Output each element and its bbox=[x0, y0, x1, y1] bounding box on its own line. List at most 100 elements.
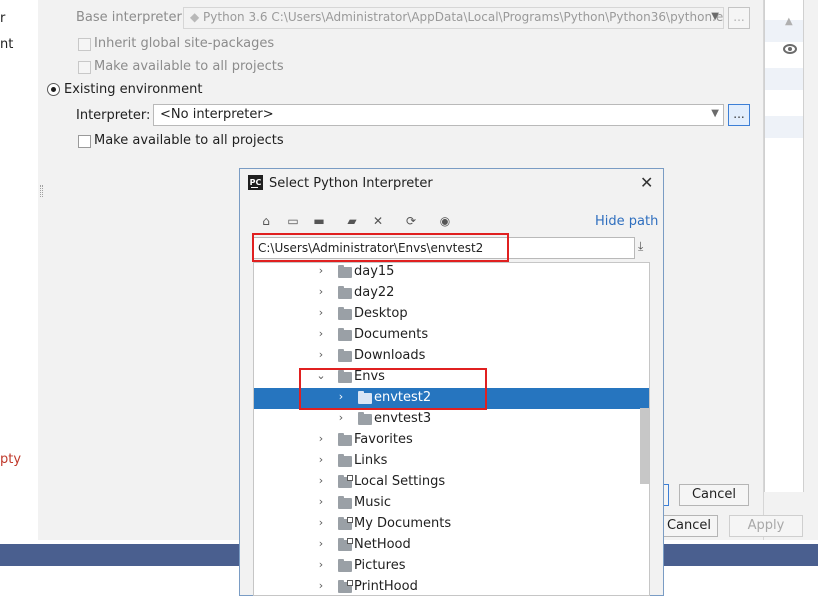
folder-icon bbox=[338, 265, 352, 278]
dialog-title: Select Python Interpreter bbox=[269, 176, 433, 191]
existing-environment-label[interactable]: Existing environment bbox=[64, 82, 202, 97]
tree-row-label: Local Settings bbox=[354, 474, 446, 489]
folder-link-icon bbox=[338, 517, 353, 530]
chevron-down-icon: ▼ bbox=[711, 108, 719, 119]
chevron-right-icon[interactable]: › bbox=[316, 474, 326, 487]
chevron-right-icon[interactable]: › bbox=[316, 306, 326, 319]
chevron-right-icon[interactable]: › bbox=[316, 537, 326, 550]
tree-row-label: Links bbox=[354, 453, 388, 468]
file-tree[interactable]: › day15 › day22 › Desktop › Documents › Downloads… bbox=[253, 262, 650, 596]
interpreter-value: <No interpreter> bbox=[160, 107, 274, 122]
folder-icon bbox=[338, 349, 352, 362]
folder-icon bbox=[338, 433, 352, 446]
tree-row[interactable]: › Downloads bbox=[254, 346, 649, 367]
folder-icon bbox=[338, 307, 352, 320]
tree-row[interactable]: › day22 bbox=[254, 283, 649, 304]
base-interpreter-browse-button: ... bbox=[728, 7, 750, 29]
chevron-right-icon[interactable]: › bbox=[316, 285, 326, 298]
folder-icon bbox=[338, 286, 352, 299]
tree-row[interactable]: › PrintHood bbox=[254, 577, 649, 595]
new-folder-icon[interactable]: ▰ bbox=[343, 212, 361, 230]
list-stripe bbox=[765, 116, 803, 138]
chevron-right-icon[interactable]: › bbox=[316, 516, 326, 529]
project-folder-icon[interactable]: ▬ bbox=[310, 212, 328, 230]
tree-row[interactable]: › Pictures bbox=[254, 556, 649, 577]
close-icon[interactable]: ✕ bbox=[640, 173, 653, 192]
tree-row[interactable]: › My Documents bbox=[254, 514, 649, 535]
tree-row-label: Pictures bbox=[354, 558, 406, 573]
footer-apply-button: Apply bbox=[729, 515, 803, 537]
up-arrow-icon[interactable]: ▲ bbox=[785, 16, 793, 27]
interpreter-label: Interpreter: bbox=[76, 108, 151, 123]
tree-row[interactable]: › envtest3 bbox=[254, 409, 649, 430]
splitter-grip[interactable] bbox=[40, 185, 43, 197]
list-stripe bbox=[765, 20, 803, 42]
folder-icon bbox=[338, 328, 352, 341]
make-available-label-disabled: Make available to all projects bbox=[94, 59, 284, 74]
interpreter-browse-button[interactable]: ... bbox=[728, 104, 750, 126]
folder-icon bbox=[338, 496, 352, 509]
tree-row[interactable]: › Documents bbox=[254, 325, 649, 346]
tree-row[interactable]: › Local Settings bbox=[254, 472, 649, 493]
eye-icon[interactable] bbox=[783, 44, 797, 54]
folder-link-icon bbox=[338, 475, 353, 488]
list-stripe bbox=[765, 68, 803, 90]
folder-icon bbox=[338, 559, 352, 572]
delete-icon[interactable]: ✕ bbox=[369, 212, 387, 230]
tree-row[interactable]: › Links bbox=[254, 451, 649, 472]
tree-row[interactable]: › NetHood bbox=[254, 535, 649, 556]
tree-row[interactable]: › Desktop bbox=[254, 304, 649, 325]
hide-path-link[interactable]: Hide path bbox=[595, 214, 658, 229]
tree-row-label: day15 bbox=[354, 264, 395, 279]
folder-icon bbox=[358, 412, 372, 425]
tree-row-label: envtest3 bbox=[374, 411, 432, 426]
footer-cancel-button[interactable]: Cancel bbox=[660, 515, 718, 537]
make-available-checkbox-disabled bbox=[78, 61, 91, 74]
pycharm-logo: PC bbox=[248, 175, 263, 190]
download-icon[interactable]: ⤓ bbox=[638, 239, 643, 254]
chevron-right-icon[interactable]: › bbox=[316, 432, 326, 445]
left-tree-fragment[interactable]: nt bbox=[0, 37, 13, 52]
base-interpreter-dropdown: ◆ Python 3.6 C:\Users\Administrator\AppD… bbox=[183, 7, 724, 29]
home-icon[interactable]: ⌂ bbox=[257, 212, 275, 230]
left-settings-tree bbox=[0, 0, 38, 434]
error-text-fragment: pty bbox=[0, 452, 22, 467]
chevron-right-icon[interactable]: › bbox=[316, 453, 326, 466]
existing-environment-radio[interactable] bbox=[47, 83, 60, 96]
folder-icon bbox=[338, 454, 352, 467]
make-available-label[interactable]: Make available to all projects bbox=[94, 133, 284, 148]
left-tree-fragment[interactable]: r bbox=[0, 11, 5, 26]
tree-row-label: Desktop bbox=[354, 306, 408, 321]
chevron-right-icon[interactable]: › bbox=[316, 558, 326, 571]
dialog-cancel-button[interactable]: Cancel bbox=[679, 484, 749, 506]
chevron-right-icon[interactable]: › bbox=[336, 411, 346, 424]
dialog-ok-button-edge[interactable] bbox=[664, 484, 669, 506]
chevron-right-icon[interactable]: › bbox=[316, 327, 326, 340]
tree-row[interactable]: › Favorites bbox=[254, 430, 649, 451]
tree-row-label: Favorites bbox=[354, 432, 413, 447]
tree-row-label: Downloads bbox=[354, 348, 426, 363]
chevron-right-icon[interactable]: › bbox=[316, 264, 326, 277]
show-hidden-icon[interactable]: ◉ bbox=[436, 212, 454, 230]
tree-row[interactable]: › day15 bbox=[254, 263, 649, 283]
make-available-checkbox[interactable] bbox=[78, 135, 91, 148]
python-icon: ◆ bbox=[190, 10, 204, 24]
chevron-down-icon: ▼ bbox=[711, 11, 719, 22]
tree-scrollbar[interactable] bbox=[640, 408, 649, 484]
chevron-right-icon[interactable]: › bbox=[316, 348, 326, 361]
chevron-right-icon[interactable]: › bbox=[316, 579, 326, 592]
tree-row-label: Music bbox=[354, 495, 391, 510]
folder-link-icon bbox=[338, 580, 353, 593]
desktop-icon[interactable]: ▭ bbox=[284, 212, 302, 230]
interpreter-dropdown[interactable]: <No interpreter> ▼ bbox=[153, 104, 724, 126]
inherit-label: Inherit global site-packages bbox=[94, 36, 275, 51]
tree-row-label: NetHood bbox=[354, 537, 411, 552]
tree-row-label: My Documents bbox=[354, 516, 452, 531]
tree-row[interactable]: › Music bbox=[254, 493, 649, 514]
refresh-icon[interactable]: ⟳ bbox=[402, 212, 420, 230]
base-interpreter-label: Base interpreter: bbox=[76, 10, 186, 25]
chevron-right-icon[interactable]: › bbox=[316, 495, 326, 508]
highlight-box-envs bbox=[299, 368, 487, 410]
inherit-checkbox bbox=[78, 38, 91, 51]
folder-link-icon bbox=[338, 538, 353, 551]
